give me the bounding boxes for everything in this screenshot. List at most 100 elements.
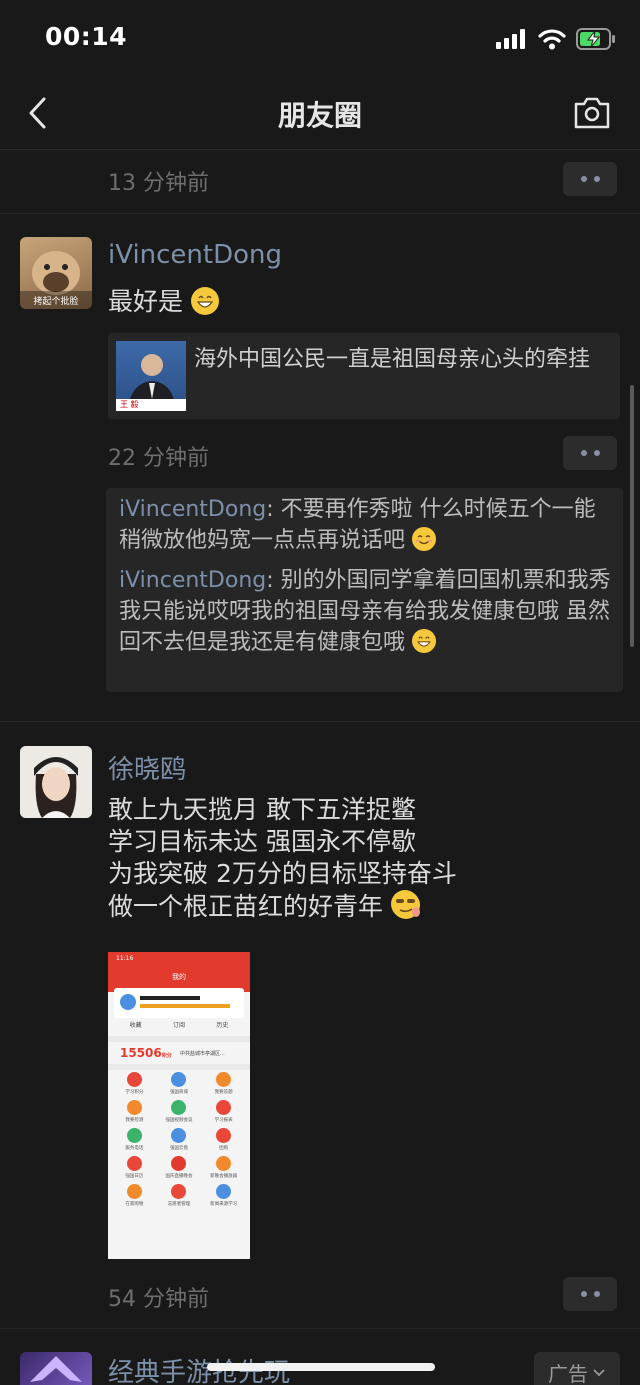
image-title: 我的 <box>172 973 186 981</box>
image-tab: 收藏 <box>129 1022 142 1029</box>
image-grid-item: 学习积分 <box>112 1072 157 1095</box>
image-grid-item: 新闻来源学习 <box>201 1184 246 1207</box>
more-button[interactable] <box>563 436 617 470</box>
image-status-time: 11:16 <box>116 955 134 962</box>
status-time: 00:14 <box>45 22 128 51</box>
grin-emoji-icon <box>190 287 219 315</box>
image-grid-item: 服务电话 <box>112 1128 157 1151</box>
image-grid-label: 强国视频会议 <box>165 1118 193 1123</box>
post-text-line: 做一个根正苗红的好青年 <box>108 892 384 921</box>
status-bar: 00:14 <box>0 0 640 80</box>
post-text: 敢上九天揽月 敢下五洋捉鳖 学习目标未达 强国永不停歇 为我突破 2万分的目标坚… <box>108 794 457 923</box>
image-grid-item: 国庆直播晚会 <box>157 1156 202 1179</box>
post-text-line-with-emoji: 做一个根正苗红的好青年 <box>108 890 457 923</box>
comment-author[interactable]: iVincentDong <box>119 568 266 593</box>
post-text-line: 学习目标未达 强国永不停歇 <box>108 827 416 856</box>
grin-emoji-icon <box>412 629 437 653</box>
post-time: 22 分钟前 <box>108 446 209 471</box>
image-score-unit: 积分 <box>161 1053 172 1059</box>
image-grid-icon <box>171 1072 187 1087</box>
post-time: 13 分钟前 <box>108 171 209 196</box>
image-grid-label: 在家购物 <box>125 1202 144 1207</box>
image-grid-label: 学习积分 <box>125 1090 144 1095</box>
image-grid-label: 强国云盘 <box>169 1146 188 1151</box>
image-grid-item: 新晚会播放器 <box>201 1156 246 1179</box>
more-button[interactable] <box>563 162 617 196</box>
image-grid-icon <box>216 1156 232 1171</box>
post-time: 54 分钟前 <box>108 1287 209 1312</box>
image-grid-label: 国庆直播晚会 <box>165 1174 193 1179</box>
comment-item[interactable]: iVincentDong: 不要再作秀啦 什么时候五个一能稍微放他妈宽一点点再说… <box>119 494 613 556</box>
image-grid-item: 强国商城 <box>157 1072 202 1095</box>
image-grid-label: 志愿者管理 <box>167 1202 191 1207</box>
avatar-caption: 拷起个批脸 <box>33 297 79 307</box>
image-tab: 历史 <box>216 1022 229 1029</box>
image-name-bar <box>140 996 200 1000</box>
image-grid-label: 服务电话 <box>125 1146 144 1151</box>
post-text: 最好是 <box>108 286 219 318</box>
image-grid-icon <box>216 1128 232 1143</box>
scrollbar[interactable] <box>630 385 634 647</box>
image-grid-item: 强国视频会议 <box>157 1100 202 1123</box>
status-icons <box>496 28 616 50</box>
image-grid-item: 强国云盘 <box>157 1128 202 1151</box>
home-indicator[interactable] <box>207 1363 435 1371</box>
image-grid-item: 我要答题 <box>201 1072 246 1095</box>
page-title: 朋友圈 <box>277 99 362 132</box>
image-grid-item: 志愿者管理 <box>157 1184 202 1207</box>
image-score-value: 15506 <box>120 1046 162 1060</box>
girl-photo-icon <box>20 746 92 818</box>
comment-item[interactable]: iVincentDong: 别的外国同学拿着回国机票和我秀 我只能说哎呀我的祖国… <box>119 565 613 658</box>
post-text-line: 敢上九天揽月 敢下五洋捉鳖 <box>108 795 416 824</box>
image-header: 11:16 我的 <box>108 952 250 992</box>
shared-link-card[interactable]: 王 毅 海外中国公民一直是祖国母亲心头的牵挂 <box>108 333 620 419</box>
avatar[interactable]: 拷起个批脸 <box>20 237 92 309</box>
camera-icon <box>574 97 610 129</box>
image-grid-label: 强国商城 <box>169 1090 188 1095</box>
image-score: 15506积分 <box>120 1046 172 1060</box>
camera-button[interactable] <box>572 94 612 134</box>
ad-label-text: 广告 <box>548 1361 588 1385</box>
image-grid-item: 在家购物 <box>112 1184 157 1207</box>
post-image[interactable]: 11:16 我的 收藏 订阅 历史 15506积分 中共盐城市亭湖区... 学习… <box>108 952 250 1259</box>
image-separator <box>108 1036 250 1042</box>
image-grid-icon <box>126 1184 142 1199</box>
comment-author[interactable]: iVincentDong <box>119 497 266 522</box>
image-grid-icon <box>126 1128 142 1143</box>
wifi-icon <box>538 29 566 50</box>
image-grid-icon <box>171 1128 187 1143</box>
image-org: 中共盐城市亭湖区... <box>180 1051 225 1057</box>
avatar[interactable] <box>20 746 92 818</box>
image-rating-bar <box>140 1004 230 1008</box>
more-button[interactable] <box>563 1277 617 1311</box>
image-grid-label: 团购 <box>219 1146 229 1151</box>
post-divider <box>0 213 640 214</box>
image-avatar <box>120 994 136 1010</box>
signal-icon <box>496 29 525 49</box>
image-grid-label: 新晚会播放器 <box>210 1174 238 1179</box>
image-grid-label: 学习报表 <box>214 1118 233 1123</box>
post-text-content: 最好是 <box>108 287 184 316</box>
image-grid-icon <box>126 1072 142 1087</box>
image-grid-icon <box>216 1100 232 1115</box>
post-username[interactable]: 徐晓鸥 <box>108 749 186 786</box>
image-grid-item: 学习报表 <box>201 1100 246 1123</box>
post-username[interactable]: iVincentDong <box>108 240 282 270</box>
image-grid-label: 新闻来源学习 <box>210 1202 238 1207</box>
post-text-line: 为我突破 2万分的目标坚持奋斗 <box>108 859 457 888</box>
smile-emoji-icon <box>412 527 437 551</box>
image-grid-icon <box>126 1156 142 1171</box>
game-character-icon <box>30 1356 82 1382</box>
avatar[interactable] <box>20 1352 92 1385</box>
image-grid-item: 团购 <box>201 1128 246 1151</box>
ad-label-button[interactable]: 广告 <box>534 1352 620 1385</box>
image-tab: 订阅 <box>172 1022 185 1029</box>
thumb-caption: 王 毅 <box>120 400 139 409</box>
image-grid-icon <box>216 1072 232 1087</box>
image-grid-label: 我要检测 <box>125 1118 144 1123</box>
battery-charging-icon <box>576 28 615 50</box>
comments-box: iVincentDong: 不要再作秀啦 什么时候五个一能稍微放他妈宽一点点再说… <box>106 488 623 692</box>
image-grid-icon <box>171 1100 187 1115</box>
link-title: 海外中国公民一直是祖国母亲心头的牵挂 <box>194 347 591 372</box>
image-grid-item: 强国日历 <box>112 1156 157 1179</box>
